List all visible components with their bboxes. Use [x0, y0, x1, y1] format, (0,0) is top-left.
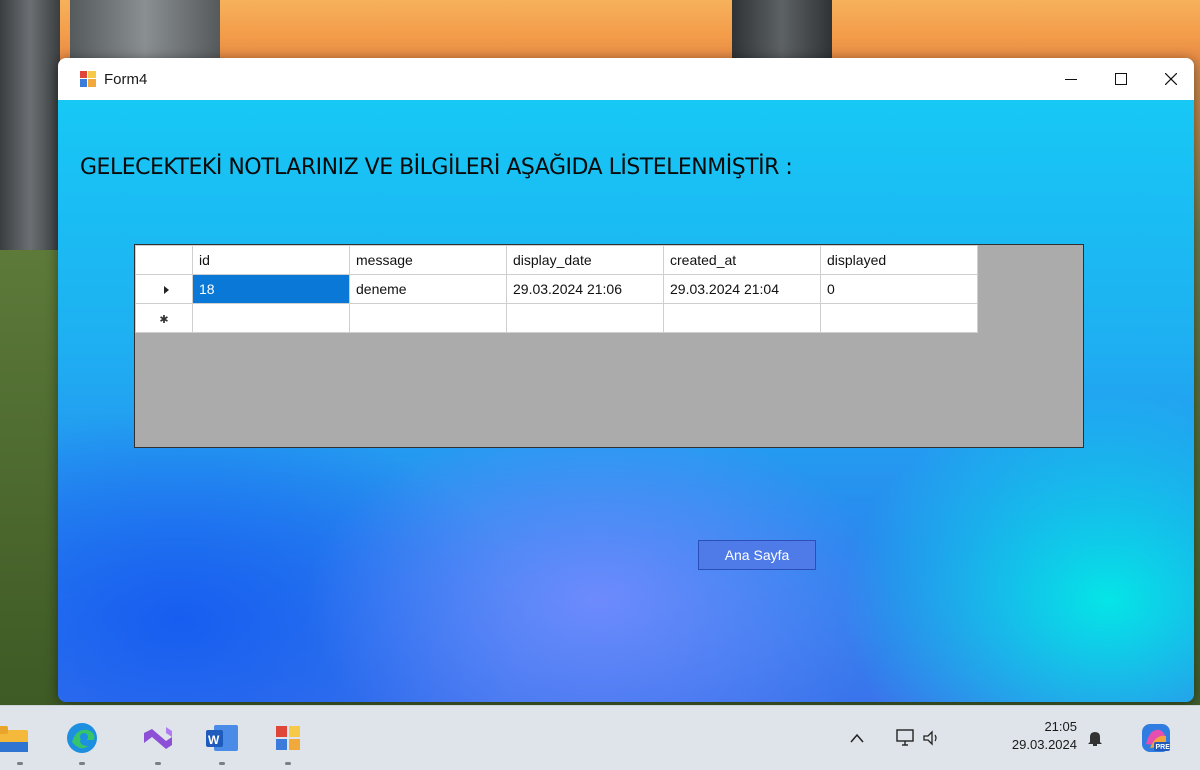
grid-header-row: id message display_date created_at displ… — [135, 245, 978, 275]
row-header[interactable] — [135, 274, 193, 304]
taskbar-edge[interactable] — [64, 720, 100, 765]
edge-icon — [67, 723, 97, 753]
clock-time: 21:05 — [1044, 719, 1077, 734]
wallpaper-stone-center — [732, 0, 832, 60]
wallpaper-grass — [0, 250, 60, 705]
cell-id[interactable]: 18 — [192, 274, 350, 304]
new-cell-message[interactable] — [349, 303, 507, 333]
new-cell-display-date[interactable] — [506, 303, 664, 333]
new-cell-created-at[interactable] — [663, 303, 821, 333]
form4-window: Form4 GELECEKTEKİ NOTLARINIZ VE BİLGİLER… — [58, 58, 1194, 702]
maximize-button[interactable] — [1098, 58, 1144, 100]
new-row-header[interactable]: ✱ — [135, 303, 193, 333]
running-indicator — [219, 762, 225, 765]
wallpaper-stone-lintel — [70, 0, 220, 60]
taskbar: W 21:05 29.03.2024 PRE — [0, 705, 1200, 770]
copilot-pre-badge: PRE — [1156, 744, 1171, 751]
current-row-arrow-icon — [163, 286, 169, 294]
maximize-icon — [1115, 73, 1127, 85]
volume-icon — [923, 730, 937, 746]
running-indicator — [17, 762, 23, 765]
cell-message[interactable]: deneme — [349, 274, 507, 304]
clock-date: 29.03.2024 — [1011, 737, 1077, 752]
tray-notifications-button[interactable] — [1086, 706, 1104, 770]
notification-bell-icon — [1088, 732, 1102, 746]
column-header-created-at[interactable]: created_at — [663, 245, 821, 275]
new-row-star-icon: ✱ — [159, 314, 169, 326]
column-header-id[interactable]: id — [192, 245, 350, 275]
new-cell-displayed[interactable] — [820, 303, 978, 333]
network-icon — [896, 729, 914, 746]
cell-displayed[interactable]: 0 — [820, 274, 978, 304]
form-client-area: GELECEKTEKİ NOTLARINIZ VE BİLGİLERİ AŞAĞ… — [58, 100, 1194, 702]
column-header-displayed[interactable]: displayed — [820, 245, 978, 275]
minimize-icon — [1065, 79, 1077, 80]
running-indicator — [79, 762, 85, 765]
close-icon — [1165, 73, 1177, 85]
window-title: Form4 — [104, 70, 148, 88]
visual-studio-icon — [144, 727, 172, 749]
close-button[interactable] — [1148, 58, 1194, 100]
svg-text:W: W — [208, 733, 220, 747]
tray-overflow-button[interactable] — [850, 706, 864, 770]
table-row[interactable]: 18 deneme 29.03.2024 21:06 29.03.2024 21… — [135, 274, 978, 304]
taskbar-word[interactable]: W — [204, 720, 240, 765]
word-icon: W — [206, 725, 238, 751]
tray-volume-button[interactable] — [922, 706, 942, 770]
new-cell-id[interactable] — [192, 303, 350, 333]
notes-data-grid[interactable]: id message display_date created_at displ… — [134, 244, 1084, 448]
tray-network-button[interactable] — [896, 706, 916, 770]
title-bar[interactable]: Form4 — [58, 58, 1194, 100]
taskbar-winforms-app[interactable] — [270, 720, 306, 765]
column-header-display-date[interactable]: display_date — [506, 245, 664, 275]
ana-sayfa-button[interactable]: Ana Sayfa — [698, 540, 816, 570]
minimize-button[interactable] — [1048, 58, 1094, 100]
page-heading: GELECEKTEKİ NOTLARINIZ VE BİLGİLERİ AŞAĞ… — [80, 155, 793, 180]
row-header-corner[interactable] — [135, 245, 193, 275]
winforms-app-icon — [276, 726, 300, 750]
taskbar-clock[interactable]: 21:05 29.03.2024 — [985, 718, 1077, 754]
cell-display-date[interactable]: 29.03.2024 21:06 — [506, 274, 664, 304]
running-indicator — [155, 762, 161, 765]
tray-copilot-button[interactable]: PRE — [1140, 706, 1172, 770]
copilot-icon: PRE — [1142, 724, 1171, 752]
cell-created-at[interactable]: 29.03.2024 21:04 — [663, 274, 821, 304]
winforms-app-icon — [80, 71, 96, 87]
taskbar-file-explorer[interactable] — [0, 720, 38, 765]
file-explorer-icon — [0, 726, 28, 752]
running-indicator — [285, 762, 291, 765]
taskbar-visual-studio[interactable] — [140, 720, 176, 765]
new-row[interactable]: ✱ — [135, 303, 978, 333]
chevron-up-icon — [850, 733, 864, 743]
column-header-message[interactable]: message — [349, 245, 507, 275]
